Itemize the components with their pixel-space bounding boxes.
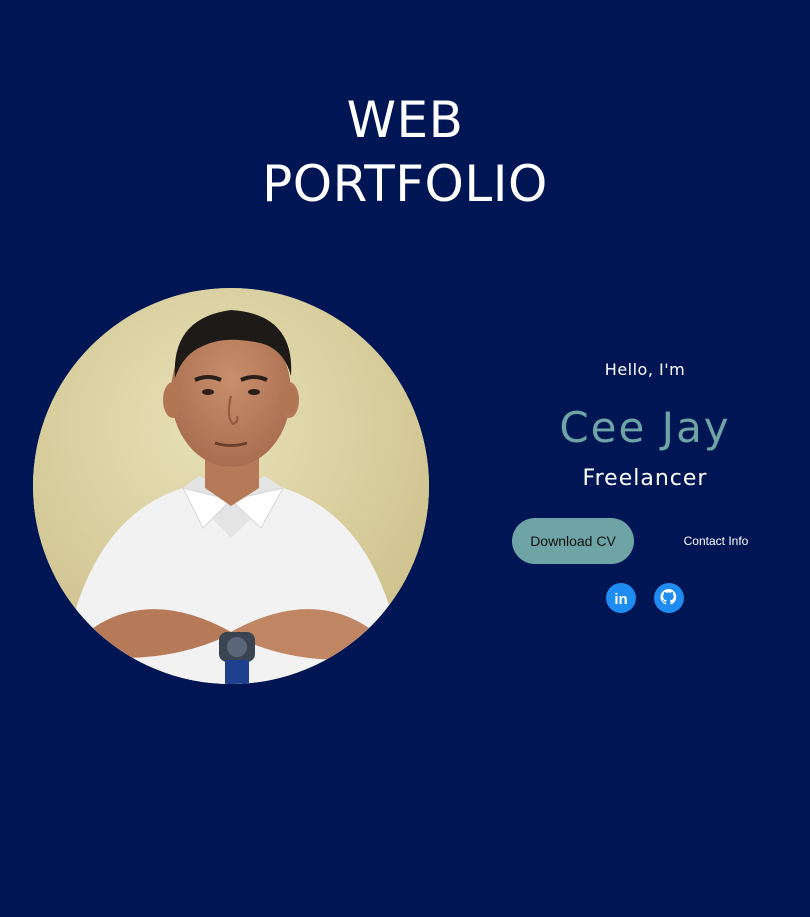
download-cv-button[interactable]: Download CV [512,518,634,564]
linkedin-link[interactable]: in [605,582,637,614]
title-line-portfolio: PORTFOLIO [262,155,548,213]
contact-info-button[interactable]: Contact Info [664,518,768,564]
svg-text:in: in [614,591,627,608]
page-title: WEB PORTFOLIO [0,88,810,216]
github-icon [654,583,684,613]
greeting-text: Hello, I'm [604,360,686,379]
github-link[interactable] [653,582,685,614]
name-heading: Cee Jay [559,403,731,452]
profile-photo-illustration [33,288,429,684]
profile-photo [33,288,429,684]
linkedin-icon: in [606,583,636,613]
role-text: Freelancer [582,466,708,491]
title-line-web: WEB [346,91,464,149]
